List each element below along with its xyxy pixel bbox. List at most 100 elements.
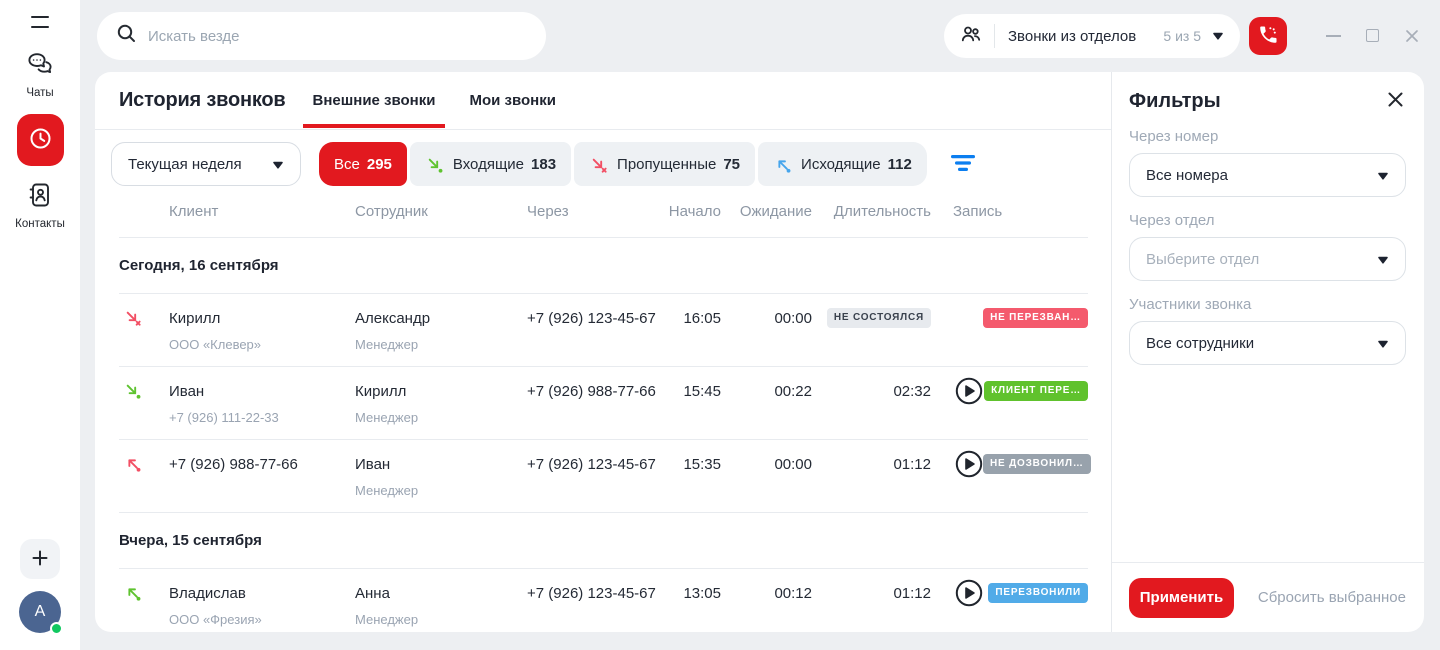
filter-segment-incoming[interactable]: Входящие183 — [410, 142, 571, 186]
apply-filters-button[interactable]: Применить — [1129, 578, 1234, 618]
call-row[interactable]: +7 (926) 988-77-66ИванМенеджер+7 (926) 1… — [119, 440, 1088, 513]
window-minimize-button[interactable] — [1326, 35, 1341, 37]
duration-cell: НЕ СОСТОЯЛСЯ — [812, 294, 931, 366]
header-cell: Запись — [931, 203, 1088, 220]
filters-panel-footer: Применить Сбросить выбранное — [1112, 562, 1424, 632]
header-cell: Начало — [667, 203, 721, 220]
client-cell: Иван +7 (926) 111-22-33 — [169, 367, 355, 439]
client-name: Владислав — [169, 585, 355, 602]
sidebar: Чаты Контакты А — [0, 0, 80, 650]
tabs: Внешние звонки Мои звонки — [294, 72, 566, 129]
close-icon — [1387, 91, 1404, 111]
status-badge: НЕ ПЕРЕЗВАН… — [983, 308, 1088, 328]
employee-cell: Александр Менеджер — [355, 294, 527, 366]
close-filters-button[interactable] — [1385, 89, 1406, 113]
status-badge: НЕ ДОЗВОНИЛ… — [983, 454, 1091, 474]
via-department-label: Через отдел — [1129, 212, 1406, 229]
funnel-filter-icon — [950, 153, 976, 176]
sidebar-item-chats-label: Чаты — [26, 87, 53, 99]
menu-icon[interactable] — [31, 16, 49, 28]
via-department-select[interactable]: Выберите отдел — [1129, 237, 1406, 281]
employee-cell: АннаМенеджер — [355, 569, 527, 632]
call-result-badge: НЕ СОСТОЯЛСЯ — [827, 308, 931, 328]
segment-label: Пропущенные — [617, 156, 716, 173]
record-cell: НЕ ПЕРЕЗВАН… — [931, 294, 1088, 366]
client-name: Иван — [169, 383, 355, 400]
status-badge: КЛИЕНТ ПЕРЕ… — [984, 381, 1088, 401]
call-direction-icon — [119, 569, 169, 632]
duration-cell: 02:32 — [812, 367, 931, 439]
chats-icon — [25, 49, 55, 84]
period-select[interactable]: Текущая неделя — [111, 142, 301, 186]
duration-cell: 01:12 — [812, 569, 931, 632]
sidebar-item-contacts[interactable]: Контакты — [15, 180, 65, 230]
filters-panel: Фильтры Через номерВсе номераЧерез отдел… — [1112, 72, 1424, 632]
client-name: Кирилл — [169, 310, 355, 327]
call-row[interactable]: Иван+7 (926) 111-22-33КириллМенеджер+7 (… — [119, 367, 1088, 440]
call-row[interactable]: ВладиславООО «Фрезия»АннаМенеджер+7 (926… — [119, 569, 1088, 632]
department-selector-label: Звонки из отделов — [1008, 28, 1136, 45]
filters-panel-header: Фильтры — [1129, 72, 1406, 113]
employee-name: Александр — [355, 310, 527, 327]
wait-time-cell: 00:00 — [721, 440, 812, 512]
chevron-down-icon — [1377, 335, 1389, 352]
plus-icon — [31, 549, 49, 570]
table-body: Сегодня, 16 сентябряКириллООО «Клевер»Ал… — [119, 238, 1088, 632]
via-number-cell: +7 (926) 988-77-66 — [527, 367, 667, 439]
segment-count: 112 — [888, 156, 912, 173]
call-row[interactable]: Кирилл ООО «Клевер»Александр Менеджер+7 (9… — [119, 294, 1088, 367]
header-cell: Клиент — [169, 203, 355, 220]
global-search[interactable] — [97, 12, 546, 60]
call-history-main: История звонков Внешние звонки Мои звонк… — [95, 72, 1111, 632]
client-name: +7 (926) 988-77-66 — [169, 456, 355, 473]
play-recording-button[interactable] — [955, 377, 983, 405]
sidebar-item-chats[interactable]: Чаты — [25, 49, 55, 99]
employee-name: Иван — [355, 456, 527, 473]
via-number-cell: +7 (926) 123-45-67 — [527, 294, 667, 366]
call-participants-value: Все сотрудники — [1146, 335, 1254, 352]
employee-role: Менеджер — [355, 337, 527, 352]
record-cell: ПЕРЕЗВОНИЛИ — [931, 569, 1088, 632]
reset-filters-button[interactable]: Сбросить выбранное — [1258, 589, 1406, 606]
client-subtitle: +7 (926) 111-22-33 — [169, 410, 355, 425]
employee-role: Менеджер — [355, 483, 527, 498]
via-number-cell: +7 (926) 123-45-67 — [527, 569, 667, 632]
call-direction-icon — [119, 367, 169, 439]
tab-external-calls[interactable]: Внешние звонки — [303, 72, 446, 129]
search-input[interactable] — [148, 28, 508, 45]
chevron-down-icon — [1377, 251, 1389, 268]
sidebar-item-call-history[interactable] — [17, 114, 64, 166]
tab-my-calls[interactable]: Мои звонки — [459, 72, 565, 129]
client-cell: Кирилл ООО «Клевер» — [169, 294, 355, 366]
client-cell: +7 (926) 988-77-66 — [169, 440, 355, 512]
department-selector[interactable]: Звонки из отделов 5 из 5 — [944, 14, 1240, 58]
add-button[interactable] — [20, 539, 60, 579]
content-card: История звонков Внешние звонки Мои звонк… — [95, 72, 1424, 632]
filter-bar: Текущая неделя Все295Входящие183Пропущен… — [111, 142, 1095, 186]
call-outgoing-icon — [773, 155, 792, 174]
departments-people-icon — [960, 23, 982, 50]
filter-segment-all[interactable]: Все295 — [319, 142, 407, 186]
via-number-select[interactable]: Все номера — [1129, 153, 1406, 197]
sidebar-item-contacts-label: Контакты — [15, 218, 65, 230]
window-maximize-button[interactable] — [1366, 29, 1379, 42]
window-close-button[interactable] — [1404, 28, 1420, 49]
segment-label: Входящие — [453, 156, 524, 173]
user-avatar[interactable]: А — [19, 591, 61, 633]
call-participants-select[interactable]: Все сотрудники — [1129, 321, 1406, 365]
filter-segment-missed[interactable]: Пропущенные75 — [574, 142, 755, 186]
via-department-value: Выберите отдел — [1146, 251, 1259, 268]
section-date-label: Вчера, 15 сентября — [119, 513, 1088, 569]
chevron-down-icon — [272, 156, 284, 173]
play-recording-button[interactable] — [955, 579, 983, 607]
filter-segment-outgoing[interactable]: Исходящие112 — [758, 142, 927, 186]
record-cell: НЕ ДОЗВОНИЛ… — [931, 440, 1088, 512]
client-subtitle: ООО «Клевер» — [169, 337, 355, 352]
call-button[interactable] — [1249, 17, 1287, 55]
employee-name: Кирилл — [355, 383, 527, 400]
play-recording-button[interactable] — [955, 450, 983, 478]
filters-toggle-button[interactable] — [949, 150, 977, 178]
header-cell: Ожидание — [721, 203, 812, 220]
header-cell: Длительность — [812, 203, 931, 220]
filters-panel-title: Фильтры — [1129, 90, 1221, 113]
